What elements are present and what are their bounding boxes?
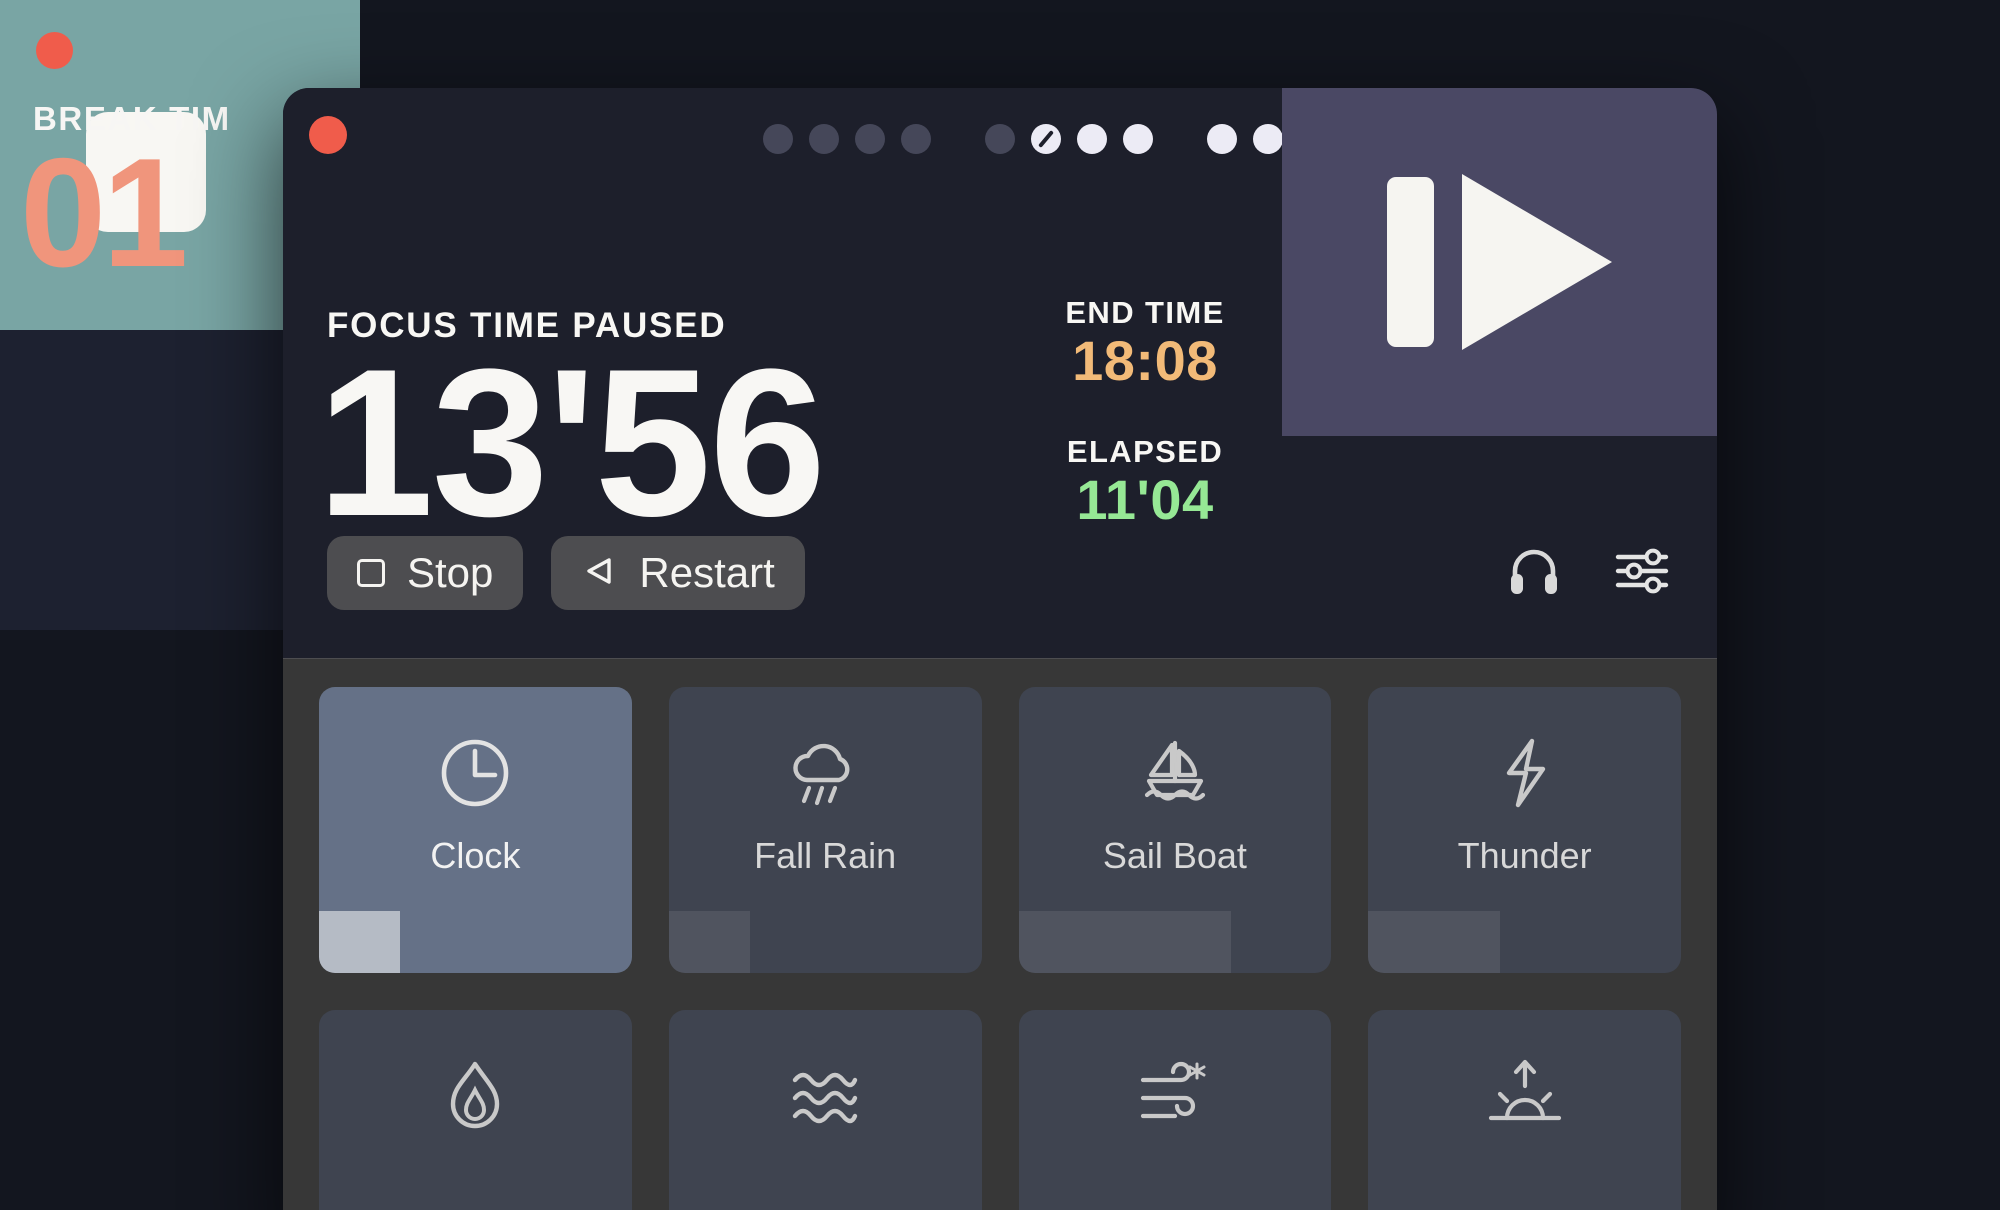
close-dot-icon[interactable] [36, 32, 73, 69]
sound-tile[interactable]: Fall Rain [668, 687, 982, 973]
restart-button[interactable]: Restart [551, 536, 805, 610]
elapsed-label: ELAPSED [1066, 433, 1224, 469]
end-time-label: END TIME [1065, 295, 1225, 330]
rain-cloud-icon [785, 733, 865, 813]
control-bar-icons [1505, 542, 1671, 605]
sound-tile-label: Thunder [1457, 835, 1592, 876]
restart-button-label: Restart [639, 549, 775, 596]
focus-timer-window: FOCUS TIME PAUSED 13'56 END TIME 18:08 E… [283, 88, 1717, 1210]
control-bar: Stop Restart [283, 488, 1717, 658]
sound-tile[interactable]: Thunder [1368, 687, 1681, 973]
session-dot-group [985, 124, 1153, 154]
clock-icon [435, 733, 515, 813]
session-dot-current [1031, 124, 1061, 154]
stop-button-label: Stop [407, 549, 494, 596]
desktop-background: BREAK TIM 01 FOCUS TIME PAUSED 13'56 END… [0, 0, 2000, 1210]
resume-button[interactable] [1282, 88, 1717, 436]
session-dot-pending [985, 124, 1015, 154]
waves-icon [785, 1056, 865, 1136]
session-dot-done [1123, 124, 1153, 154]
sound-tile[interactable] [1368, 1010, 1681, 1210]
sound-tile[interactable] [319, 1010, 632, 1210]
stop-button[interactable]: Stop [327, 536, 524, 610]
ambient-sounds-panel: Clock Fall Rain Sail Boat Thunder [283, 658, 1717, 1210]
headphones-icon[interactable] [1505, 542, 1563, 605]
session-dot-group [763, 124, 931, 154]
timer-region: FOCUS TIME PAUSED 13'56 END TIME 18:08 E… [283, 88, 1717, 658]
break-time-value: 01 [20, 126, 188, 299]
end-time-block: END TIME 18:08 [1055, 295, 1235, 393]
sound-tile-label: Fall Rain [754, 835, 897, 876]
sound-volume-bar[interactable] [668, 911, 751, 973]
sound-volume-bar[interactable] [319, 911, 401, 973]
flame-icon [435, 1056, 515, 1136]
sound-tile[interactable] [668, 1010, 982, 1210]
play-triangle-icon [1462, 174, 1612, 350]
rewind-triangle-icon [581, 553, 617, 594]
close-dot-icon[interactable] [309, 116, 347, 154]
session-dot-done [1207, 124, 1237, 154]
session-dot-pending [763, 124, 793, 154]
sound-volume-bar[interactable] [1018, 911, 1232, 973]
sunrise-icon [1485, 1056, 1565, 1136]
session-dot-pending [809, 124, 839, 154]
sound-tile-label: Clock [430, 835, 521, 876]
stop-square-icon [357, 559, 385, 587]
session-dot-done [1077, 124, 1107, 154]
sailboat-icon [1135, 733, 1215, 813]
session-dot-done [1253, 124, 1283, 154]
wind-snow-icon [1135, 1056, 1215, 1136]
sound-grid: Clock Fall Rain Sail Boat Thunder [319, 687, 1681, 1210]
sound-tile-label: Sail Boat [1102, 835, 1247, 876]
end-time-value: 18:08 [1072, 329, 1218, 393]
session-dot-pending [901, 124, 931, 154]
sliders-icon[interactable] [1613, 542, 1671, 605]
sound-volume-bar[interactable] [1368, 911, 1500, 973]
sound-tile[interactable] [1018, 1010, 1332, 1210]
pause-bar-icon [1387, 177, 1434, 347]
sound-tile[interactable]: Sail Boat [1018, 687, 1332, 973]
session-dot-pending [855, 124, 885, 154]
lightning-icon [1485, 733, 1565, 813]
sound-tile[interactable]: Clock [319, 687, 632, 973]
